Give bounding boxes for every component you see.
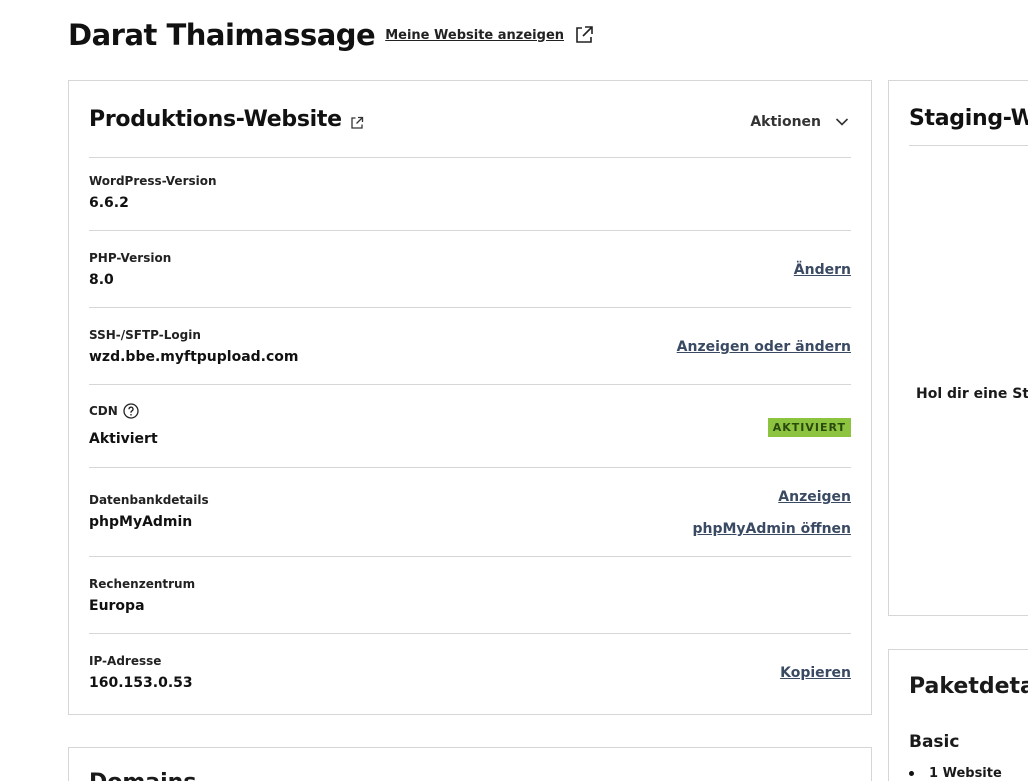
view-or-change-ssh-link[interactable]: Anzeigen oder ändern [677,339,851,355]
open-phpmyadmin-link[interactable]: phpMyAdmin öffnen [692,521,851,537]
datacenter-label: Rechenzentrum [89,577,196,591]
datacenter-value: Europa [89,598,145,614]
page-title: Darat Thaimassage [68,18,376,52]
view-database-link[interactable]: Anzeigen [778,489,851,505]
domains-title: Domains [89,770,196,781]
ip-address-value: 160.153.0.53 [89,675,193,691]
ssh-sftp-row: SSH-/SFTP-Login wzd.bbe.myftpupload.com … [89,308,851,385]
question-circle-icon[interactable] [123,403,139,419]
database-label: Datenbankdetails [89,493,209,507]
package-title: Paketdetail [909,674,1028,699]
ssh-sftp-value: wzd.bbe.myftpupload.com [89,349,299,365]
cdn-status-badge: AKTIVIERT [767,418,851,437]
change-php-link[interactable]: Ändern [794,262,851,278]
package-feature-item: 1 Website [909,766,1002,781]
php-version-value: 8.0 [89,272,114,288]
production-site-card: Produktions-Website Aktionen WordPress-V… [68,80,872,715]
staging-promo-text: Hol dir eine Sta [916,386,1028,402]
chevron-down-icon [835,118,849,126]
cdn-label-wrap: CDN [89,403,139,419]
staging-title: Staging-We [909,105,1028,131]
php-version-label: PHP-Version [89,251,172,265]
database-row: Datenbankdetails phpMyAdmin Anzeigen php… [89,468,851,557]
bullet-icon [909,771,914,776]
ip-address-label: IP-Adresse [89,654,162,668]
cdn-label: CDN [89,404,118,418]
production-title: Produktions-Website [89,106,342,132]
cdn-row: CDN Aktiviert AKTIVIERT [89,385,851,468]
ssh-sftp-label: SSH-/SFTP-Login [89,328,201,342]
copy-ip-link[interactable]: Kopieren [780,665,851,681]
wordpress-version-row: WordPress-Version 6.6.2 [89,158,851,231]
page-header: Darat Thaimassage Meine Website anzeigen [68,18,594,52]
view-site-label: Meine Website anzeigen [385,27,565,43]
production-card-header: Produktions-Website [89,81,851,158]
database-value: phpMyAdmin [89,514,193,530]
php-version-row: PHP-Version 8.0 Ändern [89,231,851,308]
package-details-card: Paketdetail Basic 1 Website [888,649,1028,781]
cdn-value: Aktiviert [89,431,158,447]
staging-card-header: Staging-We [909,81,1028,146]
actions-label: Aktionen [750,114,821,130]
ip-address-row: IP-Adresse 160.153.0.53 Kopieren [89,634,851,714]
wordpress-version-value: 6.6.2 [89,195,129,211]
external-link-icon [576,26,593,43]
wordpress-version-label: WordPress-Version [89,174,217,188]
view-site-link[interactable]: Meine Website anzeigen [385,25,594,45]
package-feature-label: 1 Website [929,766,1002,781]
actions-dropdown[interactable]: Aktionen [750,114,849,130]
package-plan: Basic [909,732,960,752]
domains-card: Domains [68,747,872,781]
staging-site-card: Staging-We Hol dir eine Sta [888,80,1028,616]
datacenter-row: Rechenzentrum Europa [89,557,851,634]
external-link-icon[interactable] [350,116,364,130]
